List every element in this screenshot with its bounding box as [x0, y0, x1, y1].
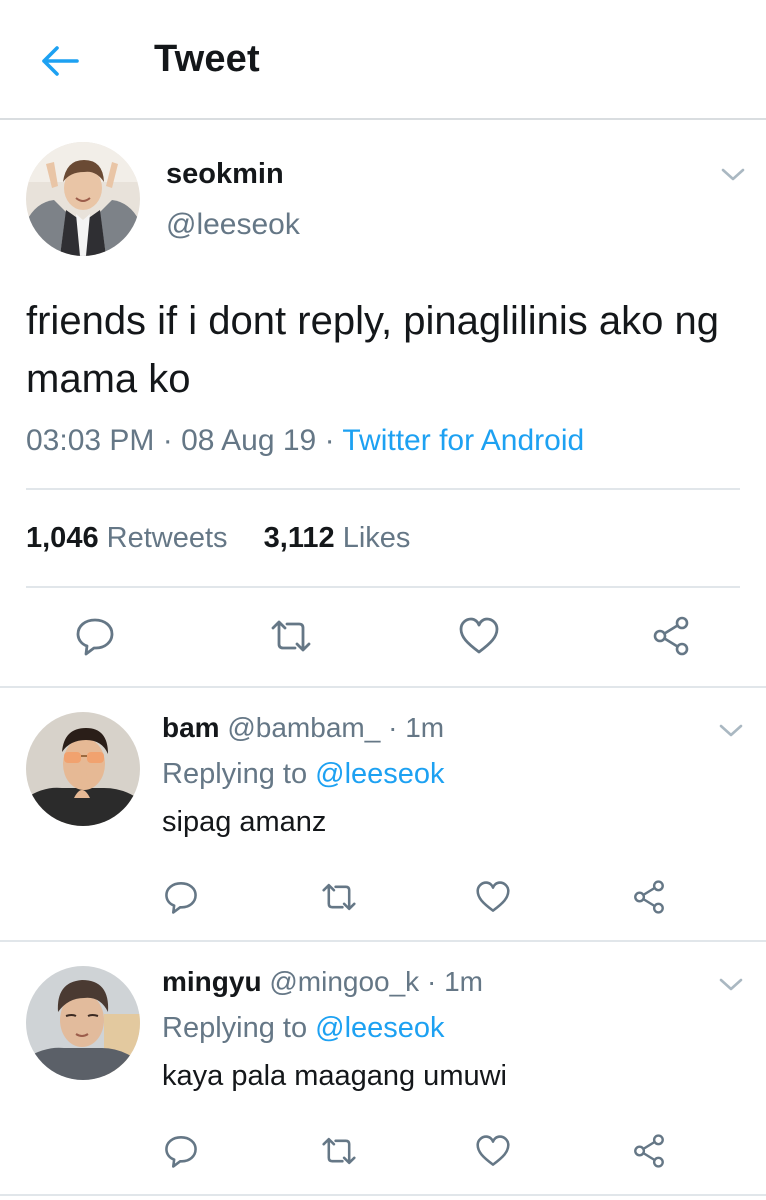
- chevron-down-icon: [719, 724, 743, 737]
- reply-author-handle[interactable]: @bambam_: [227, 712, 380, 743]
- reply-icon: [76, 618, 114, 656]
- share-button[interactable]: [642, 612, 700, 660]
- reply-menu-button[interactable]: [716, 974, 746, 996]
- heart-icon: [476, 1135, 510, 1166]
- share-icon: [653, 616, 689, 656]
- like-button[interactable]: [468, 874, 518, 920]
- like-button[interactable]: [450, 612, 508, 660]
- tweet-text: friends if i dont reply, pinaglilinis ak…: [26, 299, 719, 401]
- reply-text: sipag amanz: [162, 806, 327, 838]
- retweet-button[interactable]: [314, 874, 364, 920]
- author-handle[interactable]: @leeseok: [166, 208, 300, 242]
- reply-time: 1m: [405, 712, 445, 743]
- reply-menu-button[interactable]: [716, 720, 746, 742]
- retweets-label: Retweets: [106, 522, 228, 554]
- engagement-stats: 1,046 Retweets 3,112 Likes: [26, 522, 410, 555]
- page-title: Tweet: [154, 38, 260, 80]
- heart-icon: [459, 617, 499, 654]
- reply-text: kaya pala maagang umuwi: [162, 1060, 507, 1092]
- retweet-button[interactable]: [262, 612, 320, 660]
- reply-icon: [165, 882, 197, 914]
- likes-stat[interactable]: 3,112 Likes: [264, 522, 411, 554]
- divider: [26, 586, 740, 588]
- mention-link[interactable]: @leeseok: [315, 758, 444, 790]
- tweet-meta: 03:03 PM · 08 Aug 19 · Twitter for Andro…: [26, 424, 584, 458]
- meta-separator: ·: [426, 966, 437, 997]
- tweet-menu-button[interactable]: [718, 164, 748, 186]
- reply-button[interactable]: [156, 1128, 206, 1174]
- retweet-button[interactable]: [314, 1128, 364, 1174]
- likes-count: 3,112: [263, 522, 335, 554]
- reply-author-name[interactable]: mingyu: [162, 966, 262, 997]
- reply-header: bam @bambam_ · 1m: [162, 712, 444, 744]
- back-button[interactable]: [36, 40, 82, 82]
- tweet-source-link[interactable]: Twitter for Android: [342, 424, 584, 457]
- meta-separator: ·: [324, 424, 335, 457]
- reply-avatar[interactable]: [26, 966, 140, 1080]
- divider: [0, 940, 766, 942]
- retweet-icon: [322, 883, 356, 911]
- mention-link[interactable]: @leeseok: [315, 1012, 444, 1044]
- replying-to: Replying to @leeseok: [162, 758, 445, 791]
- share-button[interactable]: [624, 1128, 674, 1174]
- avatar-photo: [26, 966, 140, 1080]
- author-name[interactable]: seokmin: [166, 158, 284, 191]
- reply-header: mingyu @mingoo_k · 1m: [162, 966, 483, 998]
- retweet-icon: [322, 1137, 356, 1165]
- replying-to: Replying to @leeseok: [162, 1012, 445, 1045]
- top-bar: Tweet: [0, 0, 766, 120]
- avatar-photo: [26, 712, 140, 826]
- like-button[interactable]: [468, 1128, 518, 1174]
- tweet-date: 08 Aug 19: [181, 424, 317, 457]
- retweets-count: 1,046: [26, 522, 99, 554]
- chevron-down-icon: [721, 168, 745, 181]
- reply-icon: [165, 1136, 197, 1168]
- tweet-time: 03:03 PM: [26, 424, 155, 457]
- retweet-icon: [271, 620, 311, 652]
- replying-label: Replying to: [162, 1012, 308, 1044]
- reply-time: 1m: [444, 966, 483, 997]
- divider: [26, 488, 740, 490]
- retweets-stat[interactable]: 1,046 Retweets: [26, 522, 228, 554]
- chevron-down-icon: [719, 978, 743, 991]
- reply-author-name[interactable]: bam: [162, 712, 220, 743]
- share-icon: [634, 880, 664, 914]
- avatar[interactable]: [26, 142, 140, 256]
- reply-button[interactable]: [156, 874, 206, 920]
- meta-separator: ·: [388, 712, 398, 743]
- reply-avatar[interactable]: [26, 712, 140, 826]
- meta-separator: ·: [162, 424, 173, 457]
- likes-label: Likes: [342, 522, 411, 554]
- heart-icon: [476, 881, 510, 912]
- reply-author-handle[interactable]: @mingoo_k: [269, 966, 419, 997]
- avatar-photo: [26, 142, 140, 256]
- replying-label: Replying to: [162, 758, 308, 790]
- reply-button[interactable]: [66, 612, 124, 660]
- arrow-left-icon: [42, 46, 79, 76]
- divider: [0, 1194, 766, 1196]
- divider: [0, 686, 766, 688]
- share-button[interactable]: [624, 874, 674, 920]
- share-icon: [634, 1134, 664, 1168]
